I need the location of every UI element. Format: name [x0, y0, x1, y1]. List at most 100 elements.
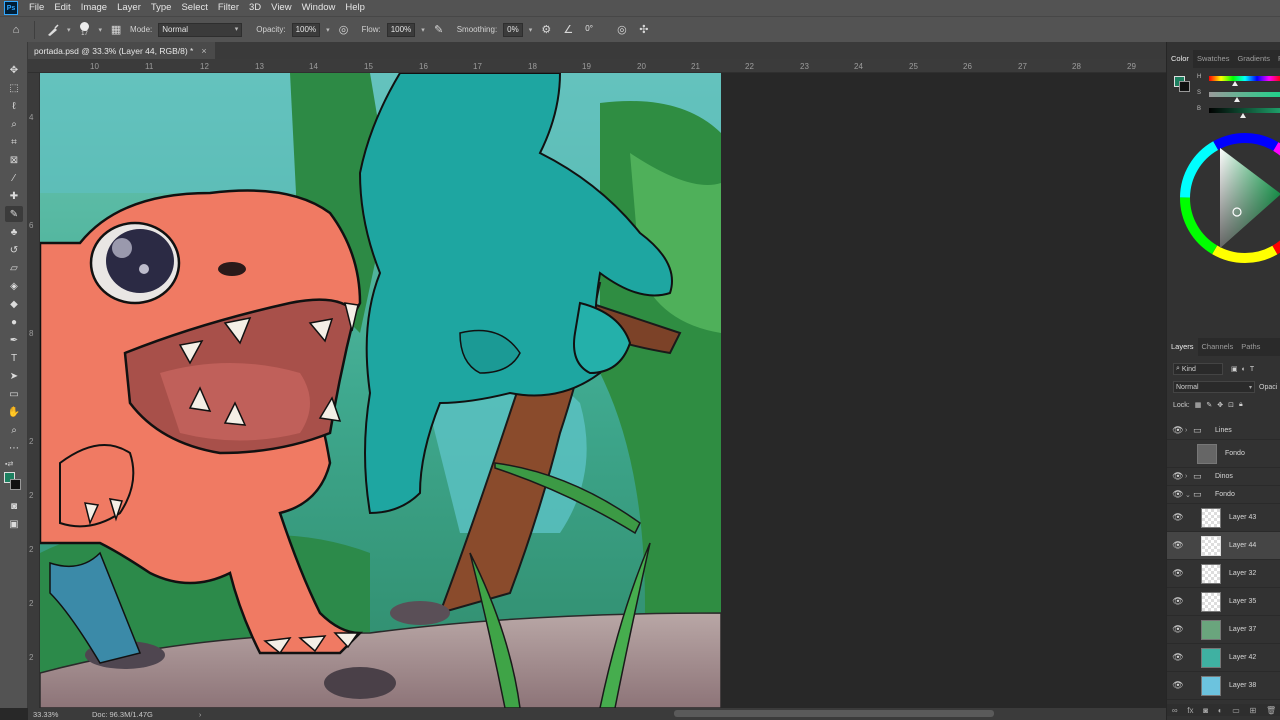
background-color-swatch[interactable] [10, 479, 21, 490]
visibility-eye-icon[interactable]: 👁︎ [1171, 596, 1185, 607]
pressure-opacity-icon[interactable]: ◎ [336, 22, 352, 38]
lock-pixels-icon[interactable]: ✎ [1206, 401, 1212, 409]
crop-tool-icon[interactable]: ⌗ [5, 134, 23, 150]
color-wheel[interactable] [1175, 124, 1280, 274]
lock-artboard-icon[interactable]: ⊡ [1228, 401, 1234, 409]
close-icon[interactable]: × [201, 46, 206, 56]
chevron-down-icon[interactable]: ▾ [67, 26, 71, 34]
frame-tool-icon[interactable]: ⊠ [5, 152, 23, 168]
healing-brush-tool-icon[interactable]: ✚ [5, 188, 23, 204]
quick-mask-icon[interactable]: ◙ [5, 498, 23, 514]
tab-patterns[interactable]: P [1274, 50, 1280, 68]
brush-tool-preset-icon[interactable] [45, 22, 61, 38]
gear-icon[interactable]: ⚙ [538, 22, 554, 38]
menu-3d[interactable]: 3D [244, 0, 266, 16]
document-tab[interactable]: portada.psd @ 33.3% (Layer 44, RGB/8) * … [28, 42, 215, 59]
paint-bucket-tool-icon[interactable]: ◈ [5, 278, 23, 294]
hue-knob[interactable] [1232, 81, 1238, 86]
horizontal-scrollbar[interactable] [674, 710, 994, 717]
new-group-icon[interactable]: ▭ [1232, 706, 1240, 715]
saturation-knob[interactable] [1234, 97, 1240, 102]
menu-type[interactable]: Type [146, 0, 177, 16]
blur-tool-icon[interactable]: ◆ [5, 296, 23, 312]
brightness-slider[interactable]: B [1197, 106, 1280, 118]
add-mask-icon[interactable]: ◙ [1203, 706, 1208, 715]
chevron-down-icon[interactable]: ▾ [421, 26, 425, 34]
visibility-eye-icon[interactable]: 👁︎ [1171, 624, 1185, 635]
menu-edit[interactable]: Edit [49, 0, 75, 16]
lock-transparency-icon[interactable]: ▦ [1195, 401, 1202, 409]
brightness-knob[interactable] [1240, 113, 1246, 118]
home-icon[interactable]: ⌂ [8, 22, 24, 38]
filter-pixel-icon[interactable]: ▣ [1231, 365, 1238, 373]
tab-channels[interactable]: Channels [1198, 338, 1238, 356]
visibility-eye-icon[interactable]: 👁︎ [1171, 489, 1185, 500]
layer-style-icon[interactable]: fx [1187, 706, 1193, 715]
tab-paths[interactable]: Paths [1237, 338, 1264, 356]
hue-slider[interactable]: H [1197, 74, 1280, 86]
menu-window[interactable]: Window [297, 0, 341, 16]
tab-swatches[interactable]: Swatches [1193, 50, 1234, 68]
default-colors-icon[interactable]: ▪⇄ [5, 460, 13, 468]
layer-row[interactable]: 👁︎ ⌄ ▭ Fondo [1167, 486, 1280, 504]
layer-row[interactable]: 👁︎ › ▭ Dinos [1167, 468, 1280, 486]
adjustment-layer-icon[interactable]: ◐ [1218, 706, 1223, 715]
chevron-down-icon[interactable]: ▾ [99, 26, 103, 34]
artwork-canvas[interactable] [40, 73, 721, 708]
tab-layers[interactable]: Layers [1167, 338, 1198, 356]
brush-tool-icon[interactable]: ✎ [5, 206, 23, 222]
filter-kind-select[interactable]: ⌕ Kind [1173, 363, 1223, 375]
smoothing-field[interactable]: 0% [503, 22, 523, 37]
angle-field[interactable]: 0° [582, 23, 596, 37]
zoom-level[interactable]: 33.33% [28, 710, 88, 719]
layer-row[interactable]: 👁︎ Layer 38 [1167, 672, 1280, 700]
layer-row[interactable]: 👁︎ Layer 32 [1167, 560, 1280, 588]
saturation-slider[interactable]: S [1197, 90, 1280, 102]
brush-settings-panel-icon[interactable]: ▦ [108, 22, 124, 38]
chevron-down-icon[interactable]: ▾ [529, 26, 533, 34]
airbrush-icon[interactable]: ✎ [431, 22, 447, 38]
dodge-tool-icon[interactable]: ● [5, 314, 23, 330]
chevron-right-icon[interactable]: › [1185, 473, 1193, 480]
vertical-ruler[interactable]: 4 6 8 2 2 2 2 2 [28, 73, 40, 708]
layer-row[interactable]: 👁︎ Layer 43 [1167, 504, 1280, 532]
visibility-eye-icon[interactable]: 👁︎ [1171, 448, 1185, 459]
eyedropper-tool-icon[interactable]: ⁄ [5, 170, 23, 186]
brush-size-picker[interactable]: 17 [77, 22, 93, 37]
eraser-tool-icon[interactable]: ▱ [5, 260, 23, 276]
type-tool-icon[interactable]: T [5, 350, 23, 366]
menu-filter[interactable]: Filter [213, 0, 244, 16]
marquee-tool-icon[interactable]: ⬚ [5, 80, 23, 96]
history-brush-tool-icon[interactable]: ↺ [5, 242, 23, 258]
rectangle-tool-icon[interactable]: ▭ [5, 386, 23, 402]
chevron-down-icon[interactable]: ▾ [326, 26, 330, 34]
layer-row[interactable]: 👁︎ Fondo [1167, 440, 1280, 468]
visibility-eye-icon[interactable]: 👁︎ [1171, 568, 1185, 579]
opacity-field[interactable]: 100% [291, 22, 321, 37]
link-layers-icon[interactable]: ∞ [1172, 706, 1178, 715]
zoom-tool-icon[interactable]: ⌕ [5, 422, 23, 438]
menu-view[interactable]: View [266, 0, 296, 16]
menu-image[interactable]: Image [76, 0, 112, 16]
visibility-eye-icon[interactable]: 👁︎ [1171, 425, 1185, 436]
more-tools-icon[interactable]: ⋯ [5, 440, 23, 456]
quick-selection-tool-icon[interactable]: ⌕ [5, 116, 23, 132]
chevron-right-icon[interactable]: › [1185, 427, 1193, 434]
menu-layer[interactable]: Layer [112, 0, 146, 16]
trash-icon[interactable]: 🗑︎ [1266, 706, 1276, 715]
layer-row[interactable]: 👁︎ Layer 37 [1167, 616, 1280, 644]
move-tool-icon[interactable]: ✥ [5, 62, 23, 78]
layer-row[interactable]: 👁︎ › ▭ Lines [1167, 422, 1280, 440]
visibility-eye-icon[interactable]: 👁︎ [1171, 540, 1185, 551]
background-color-swatch[interactable] [1179, 81, 1190, 92]
chevron-down-icon[interactable]: ⌄ [1185, 491, 1193, 499]
blend-mode-select[interactable]: Normal ▾ [1173, 381, 1255, 393]
pressure-size-icon[interactable]: ◎ [614, 22, 630, 38]
hand-tool-icon[interactable]: ✋ [5, 404, 23, 420]
canvas-workspace[interactable] [40, 73, 1166, 708]
visibility-eye-icon[interactable]: 👁︎ [1171, 652, 1185, 663]
flow-field[interactable]: 100% [386, 22, 416, 37]
horizontal-ruler[interactable]: 10 11 12 13 14 15 16 17 18 19 20 21 22 2… [28, 59, 1166, 73]
lock-all-icon[interactable]: 🔒︎ [1239, 401, 1243, 409]
visibility-eye-icon[interactable]: 👁︎ [1171, 512, 1185, 523]
